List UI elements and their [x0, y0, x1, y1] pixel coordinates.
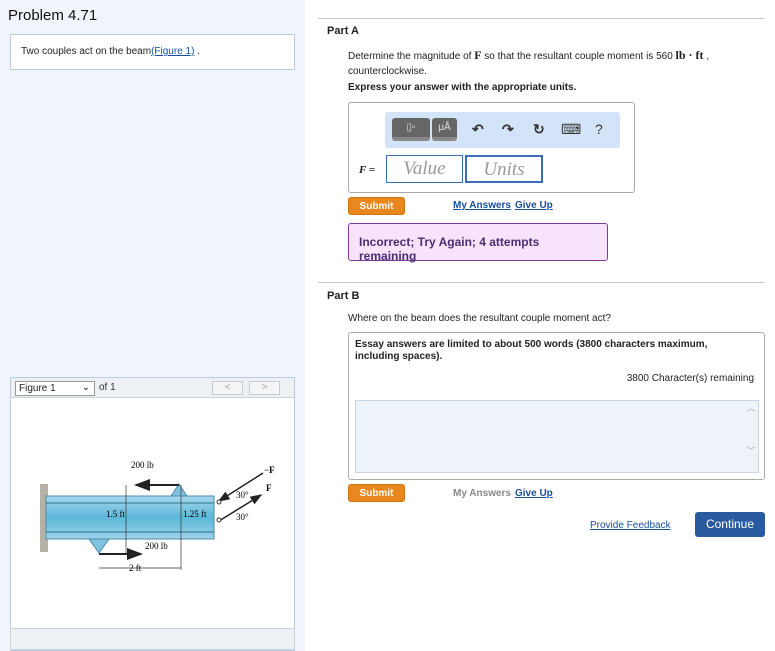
part-b-submit-button[interactable]: Submit: [348, 484, 405, 502]
q-pre: Determine the magnitude of: [348, 51, 475, 62]
label-neg-f: −F: [264, 465, 275, 475]
answer-box: ▯▫ μÅ ↶ ↷ ↻ ⌨ ? F = Value Units: [348, 102, 635, 193]
label-f: F: [266, 483, 272, 493]
part-a-my-answers-link[interactable]: My Answers: [453, 200, 511, 211]
part-a-submit-button[interactable]: Submit: [348, 197, 405, 215]
figure-select-value: Figure 1: [19, 383, 56, 394]
chevron-down-icon: ⌄: [81, 382, 90, 393]
characters-remaining: 3800 Character(s) remaining: [626, 373, 754, 384]
variable-label: F =: [359, 164, 376, 176]
units-button[interactable]: μÅ: [432, 118, 457, 141]
part-b-label: Part B: [327, 290, 360, 302]
essay-textarea[interactable]: ︿ ﹀: [355, 400, 759, 473]
value-input[interactable]: Value: [386, 155, 463, 183]
figure-footer: [10, 628, 295, 650]
part-b-give-up-link[interactable]: Give Up: [515, 488, 553, 499]
keyboard-icon[interactable]: ⌨: [561, 121, 581, 138]
label-angle-2: 30°: [236, 512, 249, 522]
prev-figure-button[interactable]: <: [212, 381, 243, 395]
label-200lb-bottom: 200 lb: [145, 541, 168, 551]
undo-icon[interactable]: ↶: [472, 121, 484, 138]
description-text: Two couples act on the beam: [21, 46, 152, 57]
q-mid: so that the resultant couple moment is 5…: [481, 51, 676, 62]
desc-end: .: [197, 46, 200, 57]
problem-description: Two couples act on the beam(Figure 1) .: [10, 34, 295, 70]
label-2ft: 2 ft: [129, 563, 142, 573]
part-a-give-up-link[interactable]: Give Up: [515, 200, 553, 211]
reset-icon[interactable]: ↻: [533, 121, 545, 138]
templates-button[interactable]: ▯▫: [392, 118, 430, 141]
textarea-scrollbar[interactable]: ︿ ﹀: [744, 401, 758, 472]
provide-feedback-link[interactable]: Provide Feedback: [590, 520, 671, 531]
beam-figure: 200 lb 200 lb −F F 1.5 ft 1.25 ft 30° 30…: [40, 460, 275, 573]
essay-box: Essay answers are limited to about 500 w…: [348, 332, 765, 480]
continue-button[interactable]: Continue: [695, 512, 765, 537]
figure-toolbar: Figure 1 ⌄ of 1 < >: [11, 378, 294, 398]
part-b-question: Where on the beam does the resultant cou…: [348, 313, 611, 324]
figure-select[interactable]: Figure 1 ⌄: [15, 381, 95, 396]
label-angle-1: 30°: [236, 490, 249, 500]
label-1-25ft: 1.25 ft: [183, 509, 207, 519]
part-b-divider: [318, 282, 765, 283]
q-unit: lb · ft: [675, 48, 704, 62]
next-figure-button[interactable]: >: [249, 381, 280, 395]
label-200lb-top: 200 lb: [131, 460, 154, 470]
redo-icon[interactable]: ↷: [502, 121, 514, 138]
q-var: F: [474, 48, 482, 62]
math-toolbar: ▯▫ μÅ ↶ ↷ ↻ ⌨ ?: [385, 112, 620, 148]
figure-count: of 1: [99, 382, 116, 393]
part-a-question: Determine the magnitude of F so that the…: [348, 48, 768, 79]
essay-note: Essay answers are limited to about 500 w…: [355, 339, 708, 362]
help-icon[interactable]: ?: [595, 121, 603, 137]
figure-panel: Figure 1 ⌄ of 1 < > 200 lb 200 lb −F F 1.…: [10, 377, 295, 651]
figure-link[interactable]: (Figure 1): [151, 46, 194, 57]
units-input[interactable]: Units: [465, 155, 543, 183]
label-1-5ft: 1.5 ft: [106, 509, 125, 519]
part-a-label: Part A: [327, 25, 359, 37]
problem-title: Problem 4.71: [8, 7, 98, 24]
part-a-divider: [318, 18, 765, 19]
part-b-my-answers: My Answers: [453, 488, 511, 499]
feedback-message: Incorrect; Try Again; 4 attempts remaini…: [348, 223, 608, 263]
part-a-instruction: Express your answer with the appropriate…: [348, 82, 577, 93]
